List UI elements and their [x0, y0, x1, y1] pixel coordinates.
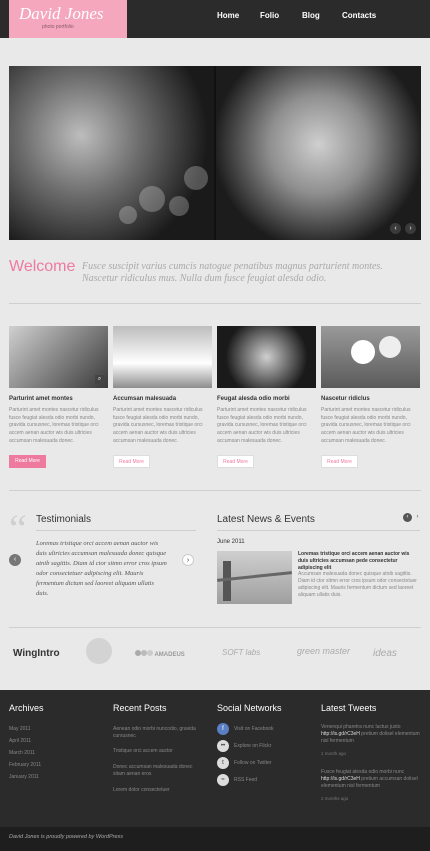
read-more-button[interactable]: Read More [113, 455, 150, 468]
card-text: Parturint amet montes nascetur ridiculus… [9, 407, 99, 444]
facebook-icon[interactable]: f [217, 723, 229, 735]
brand-logo[interactable]: AMADEUS [135, 650, 185, 658]
testimonial-next-icon[interactable]: › [182, 554, 194, 566]
copyright: David Jones is proudly powered by WordPr… [9, 834, 124, 840]
card-image[interactable] [217, 326, 316, 388]
tweet-link[interactable]: http://is.gd/rC3eH [321, 776, 360, 782]
card-title: Feugat alesda odio morbi [217, 396, 290, 402]
divider [9, 303, 421, 304]
slider-next-icon[interactable]: › [405, 223, 416, 234]
welcome-title: Welcome [9, 258, 76, 275]
logo-name: David Jones [19, 4, 104, 23]
card-text: Parturint amet montes nascetur ridiculus… [321, 407, 411, 444]
archive-link[interactable]: February 2011 [9, 762, 41, 768]
post-link[interactable]: Lorem dolor consectetuer [113, 787, 170, 793]
news-next-icon[interactable]: › [413, 513, 422, 522]
card-text: Parturint amet montes nascetur ridiculus… [113, 407, 203, 444]
testimonial-prev-icon[interactable]: ‹ [9, 554, 21, 566]
recent-posts-title: Recent Posts [113, 703, 167, 713]
card-title: Parturint amet montes [9, 396, 73, 402]
tweet-link[interactable]: http://is.gd/rC3eH [321, 731, 360, 737]
social-link[interactable]: Explore on Flickr [234, 743, 271, 749]
post-link[interactable]: Tristique orci accem auctor [113, 748, 173, 754]
nav-folio[interactable]: Folio [260, 11, 279, 25]
read-more-button[interactable]: Read More [217, 455, 254, 468]
flickr-icon[interactable]: •• [217, 740, 229, 752]
tweet-time: 2 months ago [321, 796, 349, 801]
social-link[interactable]: Visit on Facebook [234, 726, 274, 732]
archive-link[interactable]: January 2011 [9, 774, 39, 780]
tweet: Venenqui pharetra nunc luctus justo http… [321, 724, 420, 744]
testimonial-text: Loremas tristique orci accem aenan aucto… [36, 540, 167, 597]
brand-emblem-icon[interactable] [86, 638, 112, 664]
social-link[interactable]: Follow on Twitter [234, 760, 271, 766]
brand-logo[interactable]: ideas [373, 648, 397, 659]
post-link[interactable]: Aenean odio morbi nuncodio, gravida curs… [113, 726, 203, 740]
divider [9, 490, 421, 491]
read-more-button[interactable]: Read More [9, 455, 46, 468]
archives-title: Archives [9, 703, 44, 713]
news-date: June 2011 [217, 539, 245, 545]
card-title: Nascetur ridiclus [321, 396, 370, 402]
divider [9, 627, 421, 628]
slide-image-2 [216, 66, 421, 240]
social-title: Social Networks [217, 703, 282, 713]
news-prev-icon[interactable]: ‹ [403, 513, 412, 522]
card-image[interactable] [321, 326, 420, 388]
read-more-button[interactable]: Read More [321, 455, 358, 468]
card-title: Accumsan malesuada [113, 396, 177, 402]
archive-link[interactable]: April 2011 [9, 738, 31, 744]
news-title: Latest News & Events [217, 514, 315, 525]
rss-icon[interactable]: ≈ [217, 774, 229, 786]
card-image[interactable]: ⌕ [9, 326, 108, 388]
archive-link[interactable]: March 2011 [9, 750, 35, 756]
news-image[interactable] [217, 551, 292, 604]
logo[interactable]: David Jones photo portfolio [9, 0, 127, 38]
card-text: Parturint amet montes nascetur ridiculus… [217, 407, 307, 444]
slide-image-1 [9, 66, 214, 240]
brand-logo[interactable]: WingIntro [13, 648, 60, 659]
welcome-text: Fusce suscipit varius cumcis natogue pen… [82, 261, 383, 284]
news-headline[interactable]: Loremas tristique orci accem aenan aucto… [298, 551, 420, 572]
brand-logo[interactable]: green master [297, 646, 350, 656]
brand-logo[interactable]: SOFT labs [222, 648, 260, 657]
tweet: Fusce feugiat alesda odio morbi nunc htt… [321, 769, 418, 789]
quote-icon: “ [9, 506, 27, 551]
news-text: Accumsan malesuada donec quisque atnib s… [298, 571, 417, 598]
social-link[interactable]: RSS Feed [234, 777, 257, 783]
archive-link[interactable]: May 2011 [9, 726, 31, 732]
post-link[interactable]: Donec accumsan malesuada donec sitam aen… [113, 764, 203, 778]
logo-subtitle: photo portfolio [42, 24, 74, 30]
nav-home[interactable]: Home [217, 11, 239, 25]
twitter-icon[interactable]: t [217, 757, 229, 769]
nav-blog[interactable]: Blog [302, 11, 320, 25]
header-bar: David Jones photo portfolio Home Folio B… [0, 0, 430, 38]
testimonials-title: Testimonials [36, 514, 92, 525]
zoom-icon[interactable]: ⌕ [95, 375, 104, 384]
tweets-title: Latest Tweets [321, 703, 377, 713]
nav-contacts[interactable]: Contacts [342, 11, 376, 25]
tweet-time: 1 month ago [321, 751, 347, 756]
slider-prev-icon[interactable]: ‹ [390, 223, 401, 234]
divider [217, 530, 420, 531]
hero-slider: ‹ › [9, 66, 421, 240]
divider [36, 530, 196, 531]
card-image[interactable] [113, 326, 212, 388]
